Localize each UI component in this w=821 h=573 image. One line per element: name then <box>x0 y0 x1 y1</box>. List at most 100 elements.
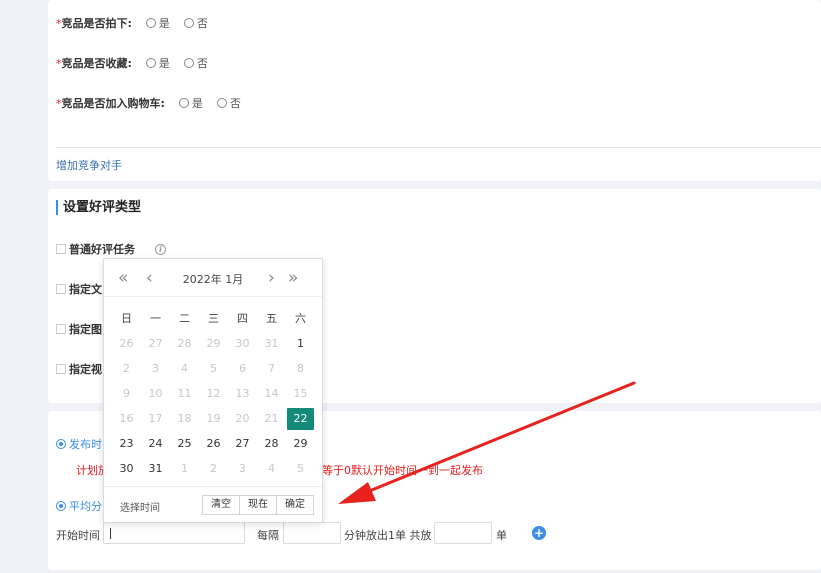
select-time-link[interactable]: 选择时间 <box>120 499 160 514</box>
weekday-label: 三 <box>208 311 219 325</box>
calendar-day[interactable]: 13 <box>228 383 257 405</box>
calendar-day[interactable]: 31 <box>141 458 170 480</box>
calendar-day[interactable]: 22 <box>287 407 314 430</box>
calendar-day[interactable]: 4 <box>170 358 199 380</box>
calendar-week-row: 26 27 28 29 30 31 1 <box>112 331 315 356</box>
add-competitor-link[interactable]: 增加竞争对手 <box>56 157 122 173</box>
calendar-day[interactable]: 30 <box>112 458 141 480</box>
checkbox-icon <box>56 284 66 294</box>
calendar-day[interactable]: 29 <box>199 333 228 355</box>
calendar-day[interactable]: 4 <box>257 458 286 480</box>
radio-no[interactable]: 否 <box>183 15 208 31</box>
calendar-day[interactable]: 25 <box>170 433 199 455</box>
checkbox-text-review[interactable]: 指定文 <box>56 281 102 297</box>
per-order-label: 分钟放出1单 共放 <box>344 529 432 542</box>
date-picker-footer: 选择时间 清空 现在 确定 <box>104 486 322 522</box>
radio-label: 发布时 <box>69 438 102 451</box>
radio-label: 否 <box>229 97 241 110</box>
now-button[interactable]: 现在 <box>239 495 277 515</box>
calendar-day[interactable]: 26 <box>199 433 228 455</box>
checkbox-normal-review[interactable]: 普通好评任务 i <box>56 241 166 257</box>
radio-yes[interactable]: 是 <box>178 95 203 111</box>
checkbox-image-review[interactable]: 指定图 <box>56 321 102 337</box>
calendar-day[interactable]: 3 <box>228 458 257 480</box>
calendar-grid: 日 一 二 三 四 五 六 26 27 28 29 30 31 1 2 3 4 5 6 7 8 9 10 11 1… <box>112 306 315 481</box>
calendar-day[interactable]: 20 <box>228 408 257 430</box>
start-time-label: 开始时间 <box>56 529 100 542</box>
total-orders-input[interactable] <box>434 522 492 544</box>
calendar-day[interactable]: 17 <box>141 408 170 430</box>
checkbox-label: 指定图 <box>69 323 102 336</box>
interval-input[interactable] <box>283 522 341 544</box>
calendar-day[interactable]: 5 <box>286 458 315 480</box>
footer-buttons: 清空 现在 确定 <box>202 495 314 515</box>
section-title: 设置好评类型 <box>56 200 141 215</box>
weekday-label: 六 <box>295 311 306 325</box>
calendar-day[interactable]: 5 <box>199 358 228 380</box>
calendar-day[interactable]: 30 <box>228 333 257 355</box>
calendar-day[interactable]: 19 <box>199 408 228 430</box>
weekday-label: 日 <box>121 311 132 325</box>
radio-label: 是 <box>191 97 203 110</box>
calendar-day[interactable]: 28 <box>257 433 286 455</box>
calendar-day[interactable]: 14 <box>257 383 286 405</box>
calendar-day[interactable]: 23 <box>112 433 141 455</box>
plan-note-right: 等于0默认开始时间一到一起发布 <box>322 464 483 477</box>
radio-checked-icon <box>56 501 66 511</box>
checkbox-label: 指定视 <box>69 363 102 376</box>
radio-no[interactable]: 否 <box>216 95 241 111</box>
interval-label: 每隔 <box>257 529 279 542</box>
clear-button[interactable]: 清空 <box>202 495 240 515</box>
calendar-day[interactable]: 16 <box>112 408 141 430</box>
calendar-day[interactable]: 9 <box>112 383 141 405</box>
calendar-day[interactable]: 2 <box>199 458 228 480</box>
calendar-day[interactable]: 8 <box>286 358 315 380</box>
question-label: 竞品是否收藏: <box>61 57 132 70</box>
confirm-button[interactable]: 确定 <box>276 495 314 515</box>
calendar-day[interactable]: 10 <box>141 383 170 405</box>
publish-option-2[interactable]: 平均分 <box>56 498 102 514</box>
radio-yes[interactable]: 是 <box>145 15 170 31</box>
calendar-day[interactable]: 1 <box>170 458 199 480</box>
radio-circle-icon <box>216 98 227 108</box>
calendar-day[interactable]: 15 <box>286 383 315 405</box>
calendar-day[interactable]: 2 <box>112 358 141 380</box>
calendar-day[interactable]: 3 <box>141 358 170 380</box>
calendar-day[interactable]: 6 <box>228 358 257 380</box>
publish-option-1[interactable]: 发布时 <box>56 436 102 452</box>
radio-circle-icon <box>145 18 156 28</box>
calendar-day[interactable]: 11 <box>170 383 199 405</box>
calendar-day[interactable]: 26 <box>112 333 141 355</box>
next-month-icon[interactable]: › <box>268 268 275 288</box>
calendar-day[interactable]: 27 <box>228 433 257 455</box>
start-time-input[interactable] <box>103 522 245 544</box>
calendar-day[interactable]: 28 <box>170 333 199 355</box>
calendar-day[interactable]: 27 <box>141 333 170 355</box>
divider <box>56 147 821 148</box>
radio-label: 是 <box>158 17 170 30</box>
plus-circle-icon[interactable]: + <box>532 526 546 540</box>
calendar-day[interactable]: 18 <box>170 408 199 430</box>
weekday-label: 五 <box>266 311 277 325</box>
calendar-day[interactable]: 31 <box>257 333 286 355</box>
radio-circle-icon <box>145 58 156 68</box>
radio-label: 平均分 <box>69 500 102 513</box>
checkbox-video-review[interactable]: 指定视 <box>56 361 102 377</box>
question-label: 竞品是否加入购物车: <box>61 97 165 110</box>
info-icon[interactable]: i <box>155 243 166 255</box>
radio-yes[interactable]: 是 <box>145 55 170 71</box>
calendar-day[interactable]: 29 <box>286 433 315 455</box>
calendar-day[interactable]: 21 <box>257 408 286 430</box>
calendar-day[interactable]: 12 <box>199 383 228 405</box>
weekday-header-row: 日 一 二 三 四 五 六 <box>112 306 315 331</box>
date-picker: « ‹ 2022年 1月 › » 日 一 二 三 四 五 六 26 27 28 29 3… <box>103 258 323 523</box>
radio-no[interactable]: 否 <box>183 55 208 71</box>
date-picker-header: « ‹ 2022年 1月 › » <box>104 259 322 297</box>
next-year-icon[interactable]: » <box>288 268 298 288</box>
calendar-day[interactable]: 24 <box>141 433 170 455</box>
weekday-label: 二 <box>179 311 190 325</box>
calendar-day[interactable]: 7 <box>257 358 286 380</box>
checkbox-icon <box>56 324 66 334</box>
question-row-purchased: * 竞品是否拍下: 是 否 <box>56 15 208 31</box>
calendar-day[interactable]: 1 <box>286 333 315 355</box>
